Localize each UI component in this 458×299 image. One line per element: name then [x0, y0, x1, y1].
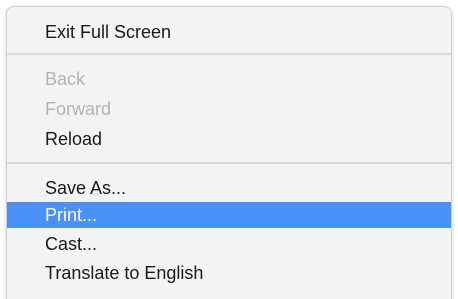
menu-item-exit-full-screen[interactable]: Exit Full Screen: [7, 19, 451, 45]
menu-item-print[interactable]: Print...: [7, 202, 451, 228]
menu-item-forward: Forward: [45, 99, 112, 119]
page: Exit Full Screen Back Forward Reload Sav…: [0, 0, 458, 299]
menu-item-back: Back: [45, 69, 86, 89]
menu-item-cast[interactable]: Cast...: [7, 231, 451, 257]
menu-item-save-as[interactable]: Save As...: [7, 175, 451, 201]
menu-separator: [7, 162, 451, 164]
menu-item-reload[interactable]: Reload: [7, 126, 451, 152]
menu-item-translate-to-english[interactable]: Translate to English: [7, 260, 451, 286]
context-menu: Exit Full Screen Back Forward Reload Sav…: [6, 6, 452, 299]
menu-separator: [7, 53, 451, 55]
